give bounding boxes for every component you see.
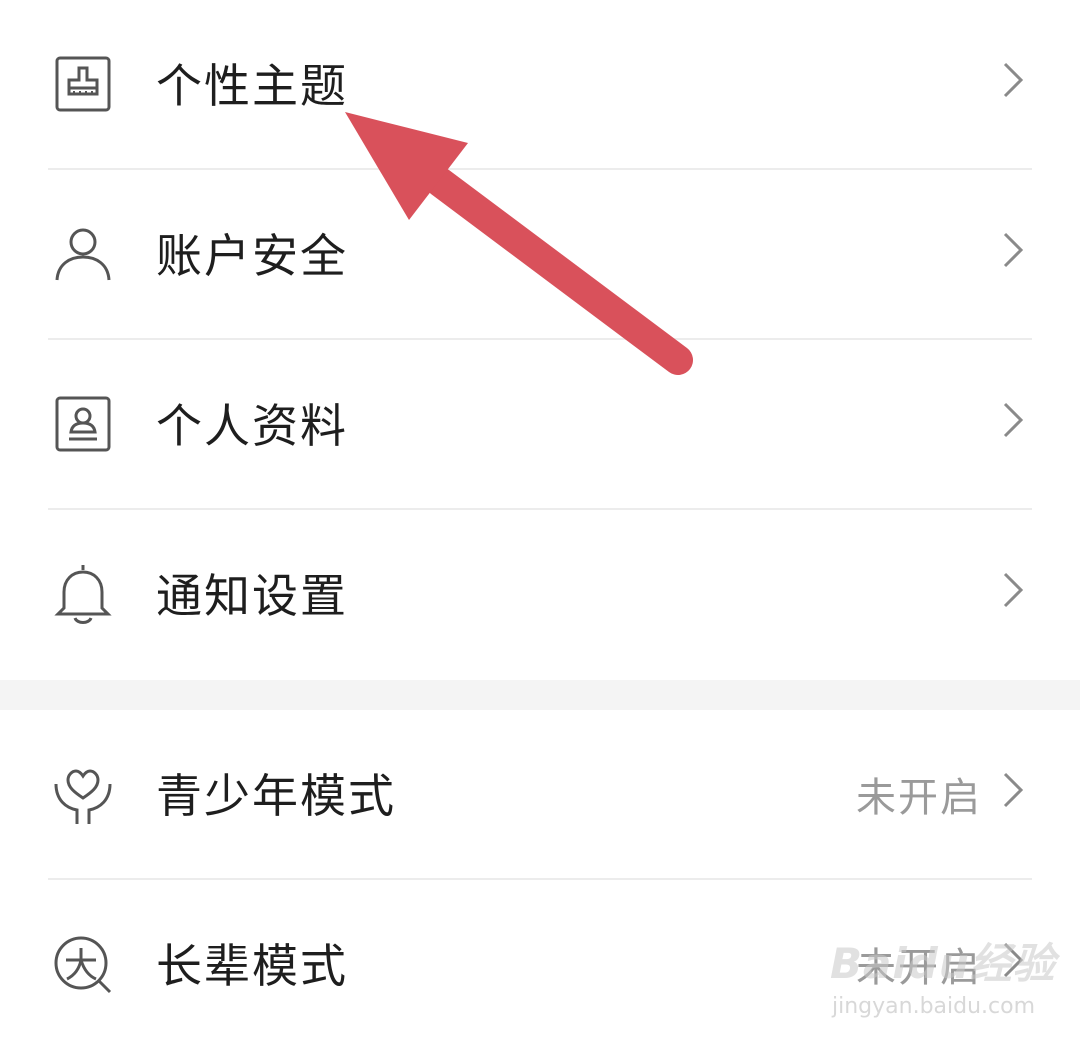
settings-item-profile[interactable]: 个人资料 — [0, 340, 1080, 510]
chevron-right-icon — [1000, 60, 1026, 100]
settings-item-youth-mode[interactable]: 青少年模式 未开启 — [0, 710, 1080, 880]
chevron-right-icon — [1000, 770, 1026, 810]
chevron-right-icon — [1000, 230, 1026, 270]
section-spacer — [0, 680, 1080, 710]
settings-group-main: 个性主题 账户安全 个人资料 通知设置 — [0, 0, 1080, 680]
settings-item-label: 通知设置 — [156, 569, 348, 623]
settings-item-notifications[interactable]: 通知设置 — [0, 510, 1080, 680]
settings-item-label: 账户安全 — [156, 229, 348, 283]
settings-item-account-security[interactable]: 账户安全 — [0, 170, 1080, 340]
settings-item-label: 长辈模式 — [156, 939, 348, 993]
elder-mode-icon — [50, 932, 116, 998]
profile-card-icon — [50, 392, 116, 458]
settings-item-label: 个人资料 — [156, 399, 348, 453]
chevron-right-icon — [1000, 400, 1026, 440]
settings-item-theme[interactable]: 个性主题 — [0, 0, 1080, 170]
theme-brush-icon — [50, 52, 116, 118]
settings-item-label: 青少年模式 — [156, 769, 396, 823]
watermark-brand: Baidu经验 — [830, 939, 1056, 988]
watermark: Baidu经验 jingyan.baidu.com — [830, 930, 1055, 1030]
youth-heart-icon — [50, 762, 116, 828]
watermark-url: jingyan.baidu.com — [832, 994, 1036, 1019]
settings-item-label: 个性主题 — [156, 59, 348, 113]
chevron-right-icon — [1000, 570, 1026, 610]
user-icon — [50, 222, 116, 288]
status-text: 未开启 — [856, 775, 982, 821]
bell-icon — [50, 562, 116, 628]
